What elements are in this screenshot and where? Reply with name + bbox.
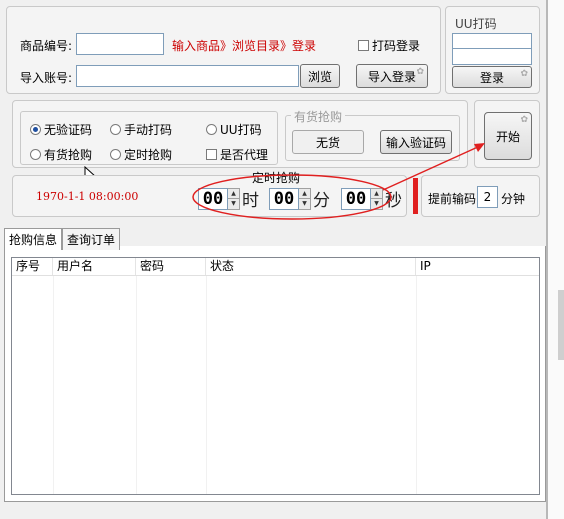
captcha-login-checkbox[interactable]: 打码登录 [358,37,420,54]
spin-down-icon[interactable]: ▼ [371,198,382,209]
table-body [12,276,539,494]
tab-grab-info[interactable]: 抢购信息 [4,228,63,250]
product-id-label: 商品编号: [20,39,73,53]
column-username[interactable]: 用户名 [53,258,136,275]
column-gridline [416,276,417,494]
radio-timed-grab-dot [110,149,121,160]
minute-value[interactable]: 00 [269,187,299,210]
spin-down-icon[interactable]: ▼ [299,198,310,209]
decor-icon: ✿ [520,69,528,79]
second-spin-buttons[interactable]: ▲ ▼ [371,187,383,210]
column-status[interactable]: 状态 [206,258,416,275]
tab-query-orders[interactable]: 查询订单 [62,228,121,250]
no-stock-button[interactable]: 无货 [292,130,364,154]
radio-no-captcha-dot [30,124,41,135]
radio-uu-captcha-label: UU打码 [220,123,262,137]
hour-spin-buttons[interactable]: ▲ ▼ [228,187,240,210]
no-stock-button-label: 无货 [315,135,340,150]
radio-timed-grab-label: 定时抢购 [124,148,173,162]
advance-suffix: 分钟 [501,192,526,206]
column-index[interactable]: 序号 [12,258,53,275]
second-unit: 秒 [385,191,402,211]
red-divider [413,178,418,214]
column-ip[interactable]: IP [416,258,538,275]
column-gridline [53,276,54,494]
decor-icon: ✿ [416,67,424,77]
grab-info-table[interactable]: 序号 用户名 密码 状态 IP [11,257,540,495]
import-login-button[interactable]: 导入登录 ✿ [356,64,428,88]
radio-no-captcha-label: 无验证码 [44,123,93,137]
minute-spin-buttons[interactable]: ▲ ▼ [299,187,311,210]
column-gridline [206,276,207,494]
minute-unit: 分 [313,191,330,211]
input-captcha-button[interactable]: 输入验证码 [380,130,452,154]
column-password[interactable]: 密码 [136,258,206,275]
start-button[interactable]: 开始 ✿ [484,112,532,160]
radio-uu-captcha-dot [206,124,217,135]
timer-datetime: 1970-1-1 08:00:00 [36,190,139,203]
hour-value[interactable]: 00 [198,187,228,210]
decor-icon: ✿ [520,115,528,125]
radio-in-stock-grab-dot [30,149,41,160]
radio-in-stock-grab-label: 有货抢购 [44,148,93,162]
second-spinner[interactable]: 00 ▲ ▼ 秒 [341,186,405,211]
radio-manual-captcha[interactable]: 手动打码 [110,121,172,138]
table-header: 序号 用户名 密码 状态 IP [12,258,539,276]
advance-input[interactable]: 2 [477,186,498,208]
import-account-label: 导入账号: [20,71,73,85]
radio-uu-captcha[interactable]: UU打码 [206,121,262,138]
proxy-checkbox-box [206,149,217,160]
background-strip [548,0,564,519]
import-login-button-label: 导入登录 [367,69,416,84]
tab-strip: 抢购信息 查询订单 [4,228,121,250]
browse-button[interactable]: 浏览 [300,64,340,88]
second-value[interactable]: 00 [341,187,371,210]
radio-timed-grab[interactable]: 定时抢购 [110,146,172,163]
start-button-label: 开始 [495,129,520,144]
product-hint-link[interactable]: 输入商品》浏览目录》登录 [172,37,316,54]
uu-title: UU打码 [452,15,500,32]
uu-password-input[interactable] [452,48,532,65]
advance-prefix: 提前输码 [428,192,477,206]
spin-up-icon[interactable]: ▲ [228,188,239,198]
import-account-input[interactable] [76,65,299,87]
browse-button-label: 浏览 [307,69,332,84]
proxy-checkbox[interactable]: 是否代理 [206,146,268,163]
hour-spinner[interactable]: 00 ▲ ▼ 时 [198,186,262,211]
product-id-input[interactable] [76,33,164,55]
stock-group-title: 有货抢购 [291,108,346,125]
uu-login-button-label: 登录 [479,70,504,85]
radio-manual-captcha-label: 手动打码 [124,123,173,137]
spin-up-icon[interactable]: ▲ [299,188,310,198]
spin-up-icon[interactable]: ▲ [371,188,382,198]
uu-login-button[interactable]: 登录 ✿ [452,66,532,88]
column-gridline [136,276,137,494]
background-strip-dark [558,290,564,360]
input-captcha-button-label: 输入验证码 [385,135,446,150]
captcha-login-checkbox-box [358,40,369,51]
hour-unit: 时 [242,191,259,211]
spin-down-icon[interactable]: ▼ [228,198,239,209]
captcha-login-label: 打码登录 [372,39,421,53]
radio-no-captcha[interactable]: 无验证码 [30,121,92,138]
proxy-checkbox-label: 是否代理 [220,148,269,162]
minute-spinner[interactable]: 00 ▲ ▼ 分 [269,186,333,211]
radio-manual-captcha-dot [110,124,121,135]
radio-in-stock-grab[interactable]: 有货抢购 [30,146,92,163]
timer-title: 定时抢购 [252,171,301,185]
